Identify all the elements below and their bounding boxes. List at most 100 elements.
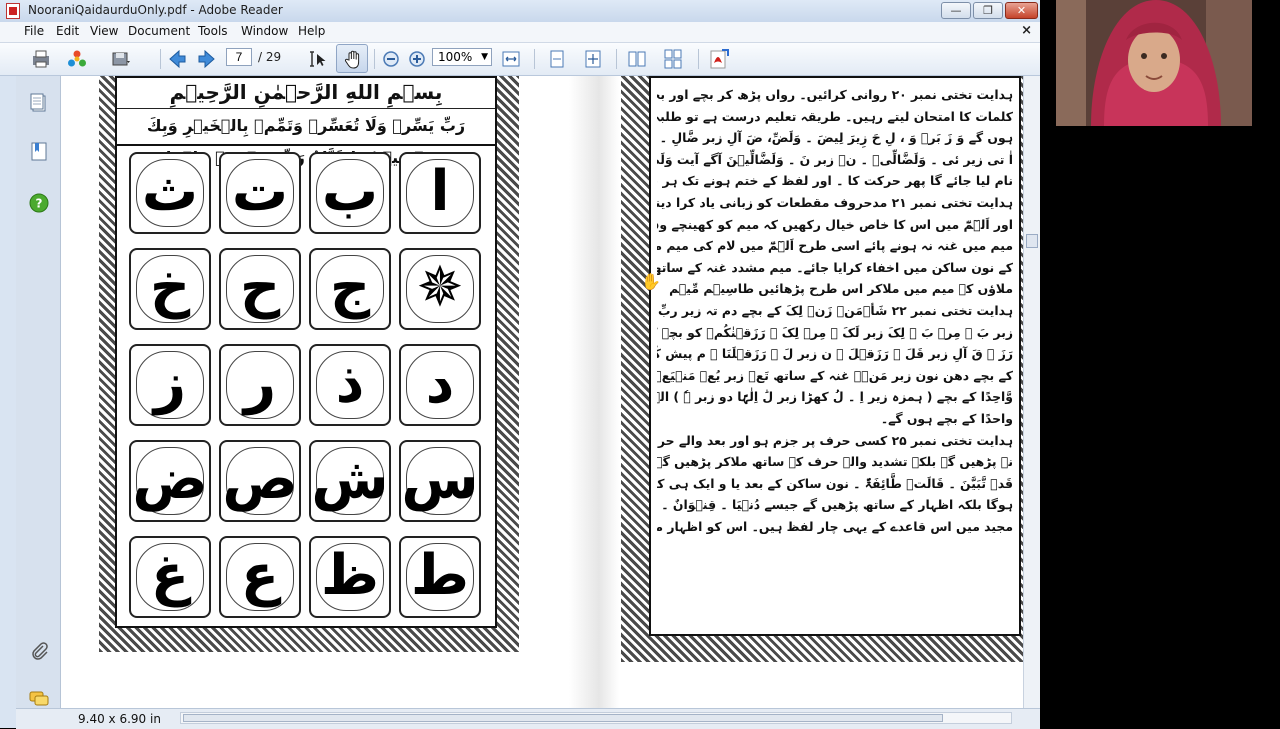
document-close-icon[interactable]: × (1021, 23, 1032, 38)
close-button[interactable]: ✕ (1005, 2, 1038, 19)
document-view[interactable]: بِسۡمِ اللهِ الرَّحۡمٰنِ الرَّحِيۡمِ رَب… (61, 76, 1023, 708)
comments-icon[interactable] (28, 690, 50, 708)
letter: غ (150, 543, 190, 608)
letter: ض (132, 447, 208, 512)
menu-help[interactable]: Help (298, 24, 325, 38)
print-icon[interactable] (30, 48, 52, 70)
pages-icon[interactable] (28, 92, 50, 114)
menu-bar: File Edit View Document Tools Window Hel… (0, 22, 1040, 43)
text-line: کے نون ساکن میں اخفاء کرایا جائے۔ میم مش… (657, 259, 1013, 275)
text-line: ہدایت تختی نمبر ۲۵ کسی حرف پر جزم ہو اور… (657, 432, 1013, 448)
left-page-frame: بِسۡمِ اللهِ الرَّحۡمٰنِ الرَّحِيۡمِ رَب… (115, 76, 497, 628)
maximize-button[interactable]: ❐ (973, 2, 1003, 19)
webcam-person-image (1056, 0, 1252, 126)
zoom-in-icon[interactable] (406, 48, 428, 70)
right-page: ہدایت تختی نمبر ۲۰ روانی کرائیں۔ رواں پڑ… (621, 76, 1023, 662)
letter: ط (410, 543, 470, 608)
star-icon: ✵ (416, 255, 464, 320)
letter-tile: ذ (309, 344, 391, 426)
letter-tile: خ (129, 248, 211, 330)
text-line: اور اَلۡٓمّٓ میں اس کا خاص خیال رکھیں کہ… (657, 216, 1013, 232)
page-number-input[interactable] (226, 48, 252, 66)
adobe-reader-window: NooraniQaidaurduOnly.pdf - Adobe Reader … (0, 0, 1041, 729)
page-gutter (569, 76, 619, 708)
single-page-icon[interactable] (546, 48, 568, 70)
text-line: ہوگا بلکہ اظہار کے ساتھ پڑھیں گے جیسے دُ… (657, 497, 1013, 513)
zoom-level-select[interactable]: 100% ▼ (432, 48, 492, 66)
text-line: ہدایت تختی نمبر ۲۰ روانی کرائیں۔ رواں پڑ… (657, 87, 1013, 102)
letter: ث (141, 159, 199, 224)
text-line: اٰ تی زیر ئی ۔ وَلَضَّالِّیۡ ۔ نۡ زبر نَ… (657, 151, 1013, 167)
menu-window[interactable]: Window (241, 24, 288, 38)
hand-tool-button[interactable] (336, 44, 368, 73)
letter: ز (153, 351, 187, 416)
letter-tile: ش (309, 440, 391, 522)
pdf-export-icon[interactable] (708, 48, 730, 70)
letter: ا (430, 159, 450, 224)
letter-tile: ض (129, 440, 211, 522)
continuous-icon[interactable] (662, 48, 684, 70)
toolbar-separator (160, 49, 161, 69)
letter-tile: ث (129, 152, 211, 234)
toolbar-separator (616, 49, 617, 69)
letter: ع (240, 543, 280, 608)
letter-tile: ب (309, 152, 391, 234)
help-icon[interactable]: ? (28, 192, 50, 214)
vertical-scrollbar[interactable] (1023, 76, 1041, 708)
menu-view[interactable]: View (90, 24, 118, 38)
window-title: NooraniQaidaurduOnly.pdf - Adobe Reader (28, 3, 283, 17)
chevron-down-icon: ▼ (481, 52, 488, 62)
collaborate-icon[interactable] (66, 48, 88, 70)
letter-tile: ظ (309, 536, 391, 618)
menu-edit[interactable]: Edit (56, 24, 79, 38)
horizontal-scrollbar[interactable] (180, 712, 1012, 724)
select-tool-icon[interactable] (306, 48, 328, 70)
zoom-out-icon[interactable] (380, 48, 402, 70)
letter-tile: ع (219, 536, 301, 618)
letter-tile: ص (219, 440, 301, 522)
letter: ص (222, 447, 298, 512)
letter: ر (243, 351, 277, 416)
previous-page-icon[interactable] (166, 48, 188, 70)
text-line: کلمات کا امتحان لیتے رہیں۔ طریقہ تعلیم د… (657, 108, 1013, 124)
toolbar-separator (534, 49, 535, 69)
letter: ش (311, 447, 389, 512)
text-line: ملاؤں کے میم میں ملاکر اس طرح پڑھائیں طا… (669, 281, 1013, 297)
letter: س (401, 447, 479, 512)
hand-cursor-icon: ✋ (641, 272, 661, 291)
minimize-button[interactable]: — (941, 2, 971, 19)
fit-width-icon[interactable] (500, 48, 522, 70)
page-total: / 29 (258, 50, 282, 64)
letter-tile: ح (219, 248, 301, 330)
letter-tile: ا (399, 152, 481, 234)
text-line: قَدۡ تَّبَیَّنَ ۔ قَالَتۡ طَّائِفَۃٌ ۔ ن… (657, 475, 1013, 491)
toolbar-separator (374, 49, 375, 69)
attachment-icon[interactable] (28, 640, 50, 662)
two-up-icon[interactable] (626, 48, 648, 70)
horizontal-scroll-thumb[interactable] (183, 714, 943, 722)
letter-tile: س (399, 440, 481, 522)
letter-tile: ت (219, 152, 301, 234)
letter-tile: ج (309, 248, 391, 330)
webcam-overlay (1056, 0, 1252, 126)
toolbar-separator (698, 49, 699, 69)
letter: خ (149, 255, 191, 320)
letter: ب (321, 159, 379, 224)
fit-page-icon[interactable] (582, 48, 604, 70)
menu-tools[interactable]: Tools (198, 24, 228, 38)
text-line: کے بچے دھن نون زبر مَنۡۤ غنہ کے ساتھ تَع… (657, 367, 1013, 383)
save-icon[interactable] (110, 48, 132, 70)
menu-document[interactable]: Document (128, 24, 190, 38)
next-page-icon[interactable] (196, 48, 218, 70)
letter-tile: غ (129, 536, 211, 618)
menu-file[interactable]: File (24, 24, 44, 38)
left-page: بِسۡمِ اللهِ الرَّحۡمٰنِ الرَّحِيۡمِ رَب… (99, 76, 519, 652)
vertical-scroll-thumb[interactable] (1026, 234, 1038, 248)
letter-tile: د (399, 344, 481, 426)
text-line: ہدایت تختی نمبر ۲۱ مدحروف مقطعات کو زبان… (657, 194, 1013, 210)
letter-tile: ز (129, 344, 211, 426)
bookmarks-icon[interactable] (28, 140, 50, 162)
letter: ت (231, 159, 289, 224)
letter: ظ (320, 543, 380, 608)
text-line: ہوں گے وَ زَ بَرۡ وَ ، لِ حَ زِیرَ لِیضَ… (657, 130, 1013, 146)
